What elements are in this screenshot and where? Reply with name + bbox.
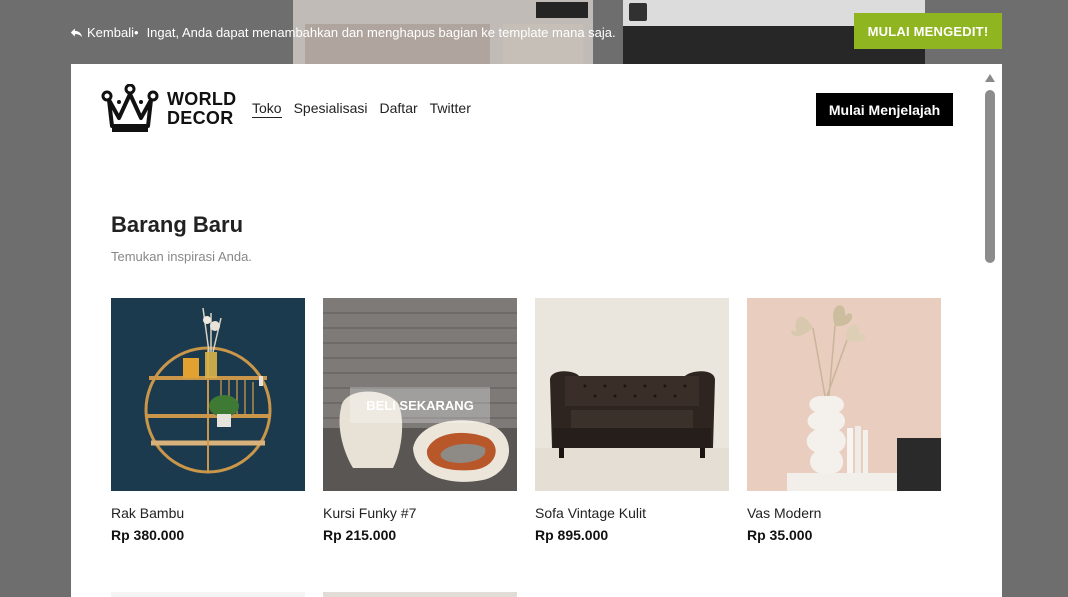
scroll-thumb[interactable] xyxy=(985,90,995,263)
nav-item-toko[interactable]: Toko xyxy=(252,100,282,118)
hint-separator: • xyxy=(134,25,139,40)
hint-text: Ingat, Anda dapat menambahkan dan mengha… xyxy=(146,25,616,40)
scroll-up-arrow-icon[interactable] xyxy=(985,74,995,82)
product-image-chair[interactable]: BELI SEKARANG xyxy=(323,298,517,491)
site-nav: Toko Spesialisasi Daftar Twitter xyxy=(252,100,471,118)
product-card[interactable]: Vas Modern Rp 35.000 xyxy=(747,298,941,543)
logo-line-1: WORLD xyxy=(167,89,237,109)
nav-item-daftar[interactable]: Daftar xyxy=(380,100,418,118)
start-exploring-button[interactable]: Mulai Menjelajah xyxy=(816,93,953,126)
product-name[interactable]: Rak Bambu xyxy=(111,505,305,521)
product-card-partial[interactable] xyxy=(111,592,305,597)
nav-item-spesialisasi[interactable]: Spesialisasi xyxy=(294,100,368,118)
product-grid: Rak Bambu Rp 380.000 BELI SEKARANG Kursi… xyxy=(111,298,941,543)
editor-topbar: Kembali • Ingat, Anda dapat menambahkan d… xyxy=(0,0,1068,64)
preview-scrollbar[interactable] xyxy=(984,72,996,597)
product-image-shelf[interactable] xyxy=(111,298,305,491)
product-name[interactable]: Kursi Funky #7 xyxy=(323,505,517,521)
site-logo[interactable]: WORLD DECOR xyxy=(101,84,236,134)
nav-item-twitter[interactable]: Twitter xyxy=(430,100,471,118)
product-card[interactable]: BELI SEKARANG Kursi Funky #7 Rp 215.000 xyxy=(323,298,517,543)
product-image-vase[interactable] xyxy=(747,298,941,491)
product-name[interactable]: Sofa Vintage Kulit xyxy=(535,505,729,521)
product-price: Rp 895.000 xyxy=(535,527,609,543)
logo-line-2: DECOR xyxy=(167,108,234,128)
section-title: Barang Baru xyxy=(111,212,244,237)
product-card[interactable]: Sofa Vintage Kulit Rp 895.000 xyxy=(535,298,729,543)
product-grid-next-row xyxy=(111,592,517,597)
product-name[interactable]: Vas Modern xyxy=(747,505,941,521)
section-subtitle: Temukan inspirasi Anda. xyxy=(111,249,252,264)
site-header: WORLD DECOR Toko Spesialisasi Daftar Twi… xyxy=(101,84,961,136)
product-price: Rp 35.000 xyxy=(747,527,813,543)
back-link[interactable]: Kembali xyxy=(70,25,134,40)
product-price: Rp 380.000 xyxy=(111,527,185,543)
crown-icon xyxy=(101,84,159,132)
product-image-sofa[interactable] xyxy=(535,298,729,491)
reply-arrow-icon xyxy=(70,28,83,38)
product-card-partial[interactable] xyxy=(323,592,517,597)
product-price: Rp 215.000 xyxy=(323,527,397,543)
editor-hint: • Ingat, Anda dapat menambahkan dan mengh… xyxy=(134,25,616,40)
template-preview-frame[interactable]: WORLD DECOR Toko Spesialisasi Daftar Twi… xyxy=(71,64,1002,597)
buy-now-overlay[interactable]: BELI SEKARANG xyxy=(350,387,490,423)
back-label: Kembali xyxy=(87,25,134,40)
product-card[interactable]: Rak Bambu Rp 380.000 xyxy=(111,298,305,543)
start-editing-button[interactable]: MULAI MENGEDIT! xyxy=(854,13,1002,49)
